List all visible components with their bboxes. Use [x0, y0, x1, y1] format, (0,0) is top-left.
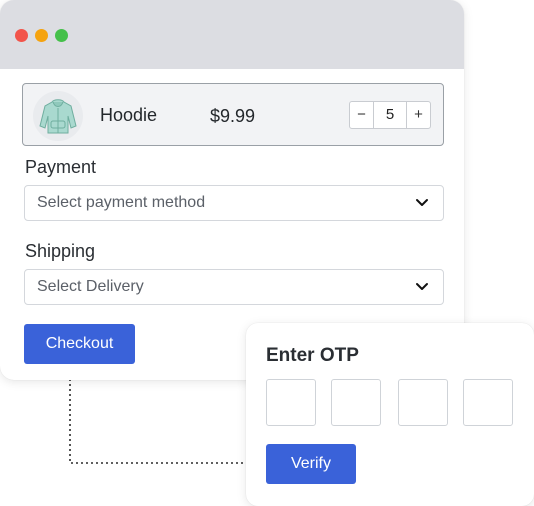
otp-digit-1[interactable]: [266, 379, 316, 426]
payment-label: Payment: [25, 157, 97, 177]
delivery-select[interactable]: Select Delivery: [24, 269, 444, 305]
verify-button[interactable]: Verify: [266, 444, 356, 484]
cart-item: Hoodie $9.99 − 5 +: [22, 83, 444, 146]
otp-digit-3[interactable]: [398, 379, 448, 426]
checkout-button[interactable]: Checkout: [24, 324, 135, 364]
delivery-placeholder: Select Delivery: [37, 278, 144, 295]
decrement-button[interactable]: −: [350, 102, 374, 128]
chevron-down-icon: [416, 283, 428, 290]
increment-button[interactable]: +: [406, 102, 430, 128]
maximize-window-button[interactable]: [55, 29, 68, 42]
product-price: $9.99: [210, 106, 256, 126]
hoodie-icon: [39, 99, 77, 134]
product-thumbnail: [33, 91, 83, 141]
otp-digit-2[interactable]: [331, 379, 381, 426]
shipping-label: Shipping: [25, 241, 96, 261]
close-window-button[interactable]: [15, 29, 28, 42]
chevron-down-icon: [416, 199, 428, 206]
otp-dialog: Enter OTP Verify: [246, 323, 534, 506]
otp-digit-4[interactable]: [463, 379, 513, 426]
payment-method-placeholder: Select payment method: [37, 194, 206, 211]
otp-title: Enter OTP: [266, 345, 359, 366]
payment-method-select[interactable]: Select payment method: [24, 185, 444, 221]
product-name: Hoodie: [100, 105, 158, 125]
quantity-stepper: − 5 +: [349, 101, 431, 129]
minimize-window-button[interactable]: [35, 29, 48, 42]
quantity-value[interactable]: 5: [374, 102, 406, 128]
title-bar: [0, 0, 464, 69]
